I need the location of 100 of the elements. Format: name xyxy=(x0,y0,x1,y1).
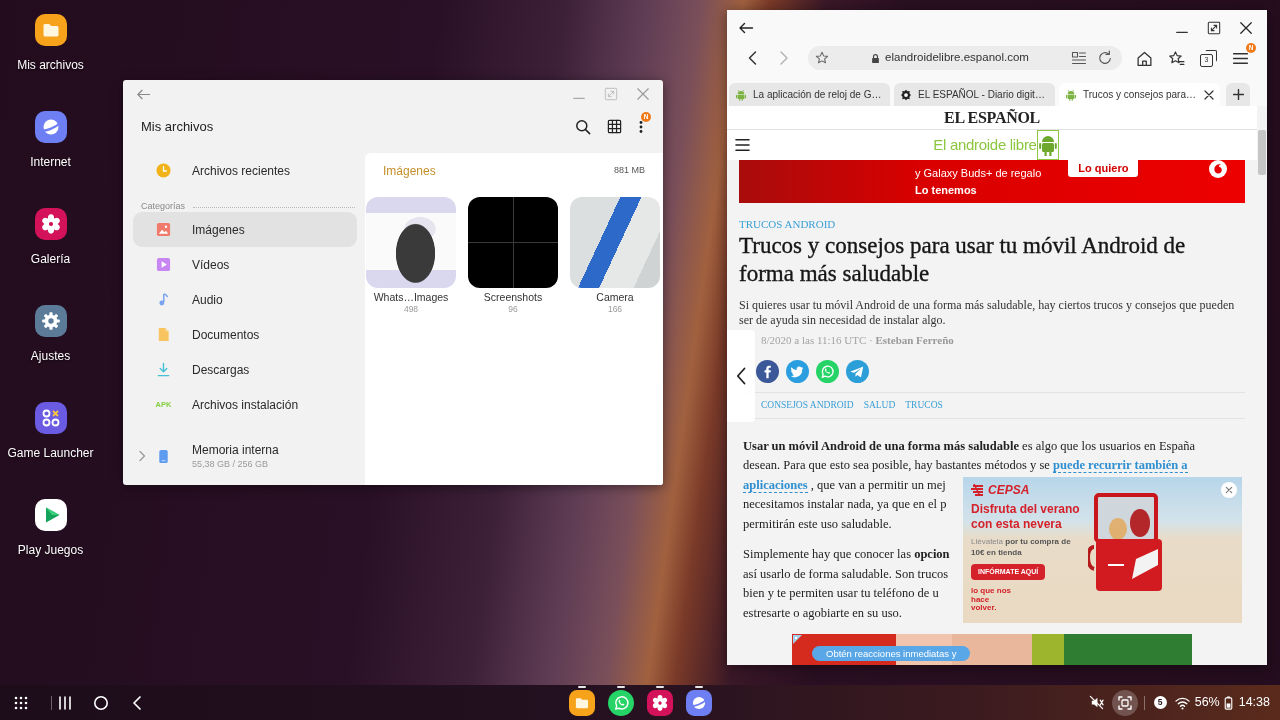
sidebar-item[interactable]: Audio xyxy=(133,282,357,317)
robot-icon xyxy=(735,88,747,101)
ad-headline: Disfruta del verano con esta nevera xyxy=(971,502,1081,532)
image-icon xyxy=(156,222,171,237)
bird-icon[interactable] xyxy=(786,360,809,383)
site-masthead: EL ESPAÑOL xyxy=(727,106,1257,130)
download-icon xyxy=(156,362,171,377)
sidebar-item[interactable]: Archivos recientes xyxy=(133,153,357,188)
section-label: Categorías xyxy=(141,201,186,212)
planet-icon[interactable] xyxy=(34,111,67,143)
section-title: Imágenes xyxy=(383,163,436,180)
shortcut-label[interactable]: Mis archivos xyxy=(17,58,84,72)
back-icon[interactable] xyxy=(132,694,142,711)
battery-icon xyxy=(1223,695,1233,710)
sidebar-item[interactable]: Vídeos xyxy=(133,247,357,282)
article-text: estresarte o agobiarte en su uso. xyxy=(743,604,902,622)
battery-percentage: 56% xyxy=(1194,695,1220,710)
storage-size: 881 MB xyxy=(613,164,645,178)
shortcut-label[interactable]: Ajustes xyxy=(30,349,71,363)
ad-text: Lo tenemos xyxy=(915,183,978,197)
robot-icon xyxy=(1065,88,1077,101)
gear-icon[interactable] xyxy=(34,305,67,337)
sidebar-item[interactable]: Descargas xyxy=(133,352,357,387)
search-icon[interactable] xyxy=(575,118,591,135)
article-text: permitirán este uso saludable. xyxy=(743,515,892,533)
chat-bubble-icon[interactable] xyxy=(607,689,634,716)
flower-icon[interactable] xyxy=(646,689,673,716)
ad-text: y Galaxy Buds+ de regalo xyxy=(915,166,1042,180)
reader-mode-icon[interactable] xyxy=(1071,50,1087,66)
folder-name[interactable]: Whats…Images xyxy=(373,290,449,304)
plus-icon xyxy=(1232,89,1244,100)
flower-icon[interactable] xyxy=(34,208,67,240)
address-bar[interactable]: elandroidelibre.espanol.com xyxy=(808,46,1122,70)
article-text: bien y te permiten usar tu teléfono de u xyxy=(743,585,939,602)
home-icon[interactable] xyxy=(1136,49,1153,67)
new-tab-button[interactable] xyxy=(1226,83,1250,106)
seal-icon xyxy=(900,88,912,101)
mute-icon[interactable] xyxy=(1088,695,1104,710)
article-text: desean. Para que esto sea posible, hay bastantes métodos y se puede recurrir también a xyxy=(743,457,1188,475)
folder-name[interactable]: Camera xyxy=(596,290,634,304)
info-triangle-icon[interactable] xyxy=(793,634,802,644)
article-text: así usarlo de forma saludable. Son trucos xyxy=(743,565,949,583)
shortcut-label[interactable]: Play Juegos xyxy=(17,543,84,557)
notification-count[interactable]: 5 xyxy=(1153,696,1167,709)
apps-grid-icon[interactable] xyxy=(14,695,28,710)
ad-offer-text: Llévatela por tu compra de 10€ en tienda xyxy=(971,537,1072,558)
ad-cta-button[interactable]: Lo quiero xyxy=(1068,160,1139,177)
article-text: necesitamos instalar nada, ya que en el p xyxy=(743,496,947,513)
robot-logo-icon xyxy=(1036,130,1059,160)
back-chevron-icon[interactable] xyxy=(747,50,757,66)
item-count: 166 xyxy=(607,304,623,315)
phone-icon xyxy=(156,448,171,464)
shortcut-label[interactable]: Galería xyxy=(30,252,71,266)
article-text: Simplemente hay que conocer las opcion xyxy=(743,546,950,563)
game-symbols-icon[interactable] xyxy=(34,402,67,434)
bookmarks-icon[interactable] xyxy=(1168,49,1185,67)
reload-icon[interactable] xyxy=(1097,50,1113,66)
image-thumbnail[interactable] xyxy=(468,197,558,288)
sidebar-item[interactable]: Imágenes xyxy=(133,212,357,247)
ad-caption: Obtén reacciones inmediatas y xyxy=(812,645,971,661)
browser-tab[interactable]: Trucos y consejos para… xyxy=(1059,83,1220,106)
shortcut-label[interactable]: Internet xyxy=(30,155,71,169)
article-summary: Si quieres usar tu móvil Android de una forma más saludable, hay ciertos trucos y consejos que pueden ser de ayuda sin necesidad de instalar algo. xyxy=(739,298,1236,328)
home-icon[interactable] xyxy=(93,694,109,711)
sidebar-item[interactable]: Documentos xyxy=(133,317,357,352)
grid-view-icon[interactable] xyxy=(607,119,622,134)
recents-icon[interactable] xyxy=(57,695,73,710)
close-icon[interactable] xyxy=(1239,20,1253,35)
more-options-icon[interactable] xyxy=(638,118,644,135)
image-thumbnail[interactable] xyxy=(570,197,660,288)
edge-panel-handle[interactable] xyxy=(727,330,755,422)
item-count: 498 xyxy=(403,304,419,315)
screen-capture-icon[interactable] xyxy=(1111,689,1138,716)
paper-plane-icon[interactable] xyxy=(846,360,869,383)
clock-icon xyxy=(156,163,171,178)
folder-icon[interactable] xyxy=(568,689,595,716)
folder-name[interactable]: Screenshots xyxy=(483,290,543,304)
article-text: aplicaciones , que van a permitir un mej xyxy=(743,476,946,495)
star-icon[interactable] xyxy=(815,51,829,65)
play-icon[interactable] xyxy=(34,499,67,531)
letter-f-icon[interactable] xyxy=(756,360,779,383)
close-tab-icon[interactable] xyxy=(1204,89,1214,100)
browser-tab[interactable]: EL ESPAÑOL - Diario digit… xyxy=(894,83,1055,106)
shortcut-label[interactable]: Game Launcher xyxy=(7,446,94,460)
lock-icon xyxy=(871,52,881,64)
planet-icon[interactable] xyxy=(685,689,712,716)
clock-time: 14:38 xyxy=(1238,695,1270,710)
byline: 8/2020 a las 11:16 UTC · Esteban Ferreño xyxy=(760,333,955,347)
document-icon xyxy=(156,327,171,342)
article-title: Trucos y consejos para usar tu móvil Android de forma más saludable xyxy=(739,232,1187,288)
storage-name[interactable]: Memoria interna xyxy=(192,442,279,458)
logo-mark-icon xyxy=(971,484,985,496)
ad-brand: CEPSA xyxy=(988,483,1030,497)
image-thumbnail[interactable] xyxy=(366,197,456,288)
maximize-icon[interactable] xyxy=(1207,20,1221,35)
scrollbar-thumb xyxy=(1258,130,1266,175)
hamburger-menu-icon[interactable] xyxy=(735,138,750,152)
folder-icon[interactable] xyxy=(34,14,67,46)
browser-tab[interactable]: La aplicación de reloj de G… xyxy=(729,83,890,106)
app-title: Mis archivos xyxy=(141,117,214,136)
